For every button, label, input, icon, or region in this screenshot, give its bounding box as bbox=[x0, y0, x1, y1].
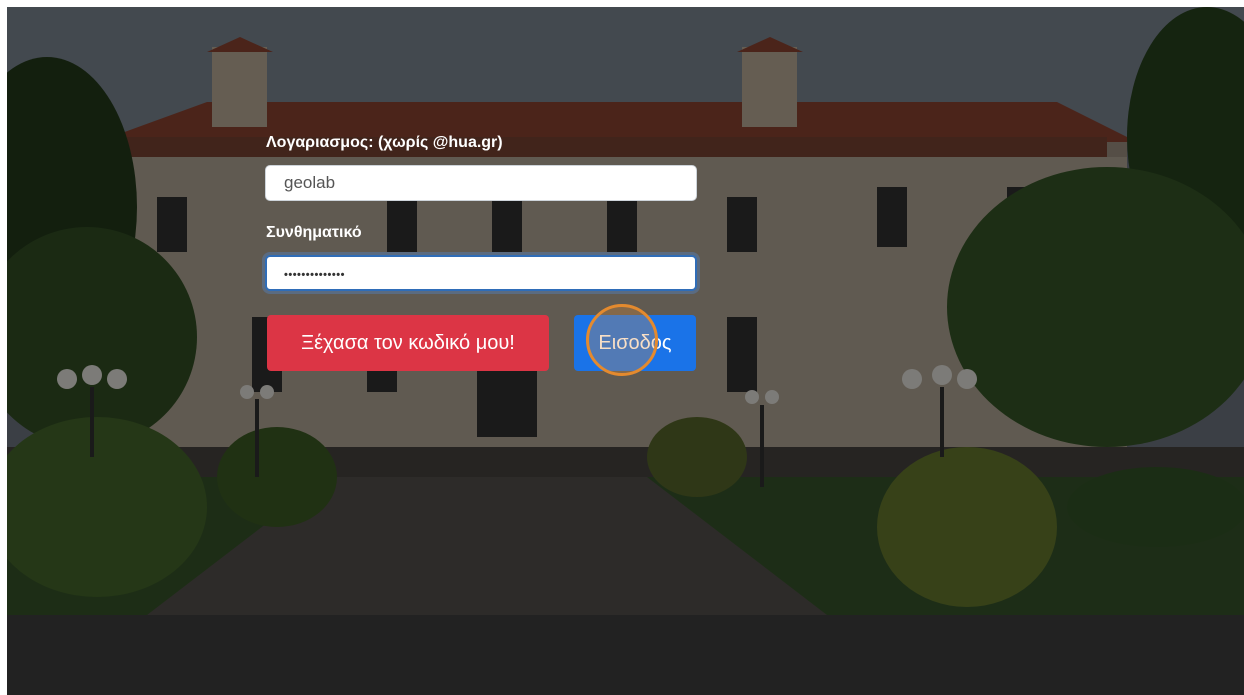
login-form: Λογαριασμος: (χωρίς @hua.gr) geolab Συνθ… bbox=[265, 133, 705, 376]
account-input[interactable]: geolab bbox=[265, 165, 697, 201]
page-footer bbox=[7, 615, 1244, 695]
app-window: Λογαριασμος: (χωρίς @hua.gr) geolab Συνθ… bbox=[7, 7, 1244, 695]
forgot-password-button[interactable]: Ξέχασα τον κωδικό μου! bbox=[267, 315, 549, 371]
password-mask: •••••••••••••• bbox=[284, 269, 345, 281]
account-label: Λογαριασμος: (χωρίς @hua.gr) bbox=[266, 134, 503, 151]
password-label: Συνθηματικό bbox=[266, 224, 362, 241]
form-actions: Ξέχασα τον κωδικό μου! Εισοδος bbox=[265, 304, 705, 376]
login-button[interactable]: Εισοδος bbox=[574, 315, 696, 371]
password-input[interactable]: •••••••••••••• bbox=[265, 255, 697, 291]
campus-background-image: Λογαριασμος: (χωρίς @hua.gr) geolab Συνθ… bbox=[7, 7, 1244, 615]
